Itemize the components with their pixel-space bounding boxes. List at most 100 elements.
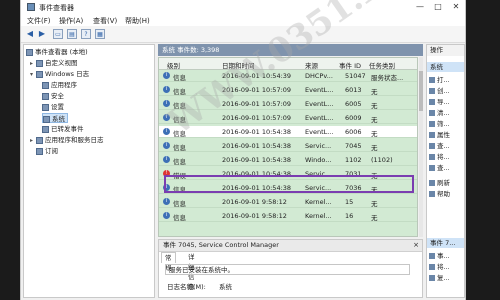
tree-item-forwarded-events[interactable]: 已转发事件: [42, 124, 84, 134]
col-datetime[interactable]: 日期和时间: [222, 60, 255, 70]
table-row[interactable]: i 信息 2016-09-01 9:58:12 Kernel... 16 无: [159, 210, 417, 222]
actions-section-system[interactable]: 系统: [427, 62, 464, 72]
col-task-category[interactable]: 任务类别: [369, 60, 395, 70]
menu-file[interactable]: 文件(F): [27, 16, 51, 26]
scrollbar-thumb[interactable]: [419, 71, 423, 111]
subscription-icon: [36, 147, 43, 155]
table-row[interactable]: i 信息 2016-09-01 10:57:09 EventL... 6009 无: [159, 112, 417, 124]
tree-item-subscriptions[interactable]: 订阅: [30, 146, 58, 156]
cell-task-category: 无: [371, 88, 378, 96]
cell-event-id: 16: [345, 212, 354, 220]
tree-item-application[interactable]: 应用程序: [42, 80, 77, 90]
help-icon[interactable]: ?: [81, 29, 91, 39]
info-icon: i: [163, 198, 170, 205]
table-row[interactable]: i 信息 2016-09-01 10:54:39 DHCPv... 51047 服务状态.…: [159, 70, 417, 82]
action-label: 帮助: [437, 190, 450, 198]
minimize-button[interactable]: —: [413, 1, 427, 12]
action-icon: [429, 264, 435, 270]
folder-icon[interactable]: ▭: [53, 29, 63, 39]
action-item[interactable]: 查...: [429, 141, 450, 151]
tree-item-system[interactable]: 系统: [42, 113, 68, 123]
action-item[interactable]: 属性: [429, 130, 450, 140]
action-item[interactable]: 刷新: [429, 178, 450, 188]
cell-datetime: 2016-09-01 10:57:09: [222, 114, 292, 122]
action-icon: [429, 154, 435, 160]
action-item[interactable]: 导...: [429, 97, 450, 107]
cell-level: 信息: [173, 144, 186, 152]
event-viewer-icon: [26, 48, 33, 56]
cell-source: DHCPv...: [305, 72, 333, 80]
action-item[interactable]: 创...: [429, 86, 450, 96]
table-scrollbar[interactable]: [419, 57, 423, 237]
back-arrow-icon[interactable]: ◀: [25, 29, 35, 39]
action-icon: [429, 180, 435, 186]
action-icon: [429, 275, 435, 281]
action-icon: [429, 88, 435, 94]
cell-event-id: 6009: [345, 114, 362, 122]
table-row[interactable]: i 信息 2016-09-01 10:54:38 Servic... 7045 无: [159, 140, 417, 152]
action-item[interactable]: 打...: [429, 75, 450, 85]
center-pane: 系统 事件数: 3,398 级别 日期和时间 来源 事件 ID 任务类别 i 信息…: [158, 44, 423, 298]
action-label: 查...: [437, 142, 450, 150]
cell-datetime: 2016-09-01 10:57:09: [222, 86, 292, 94]
info-icon: i: [163, 86, 170, 93]
action-item[interactable]: 帮助: [429, 189, 450, 199]
col-source[interactable]: 来源: [305, 60, 318, 70]
tab-general[interactable]: 常规: [161, 252, 176, 272]
table-row[interactable]: i 信息 2016-09-01 10:54:38 EventL... 6006 无: [159, 126, 417, 138]
log-icon: [43, 115, 50, 123]
maximize-button[interactable]: □: [431, 1, 445, 12]
action-icon: [429, 121, 435, 127]
cell-level: 信息: [173, 200, 186, 208]
close-button[interactable]: ✕: [449, 1, 463, 12]
table-row[interactable]: i 信息 2016-09-01 9:58:12 Kernel... 15 无: [159, 196, 417, 208]
cell-source: EventL...: [305, 114, 334, 122]
action-item[interactable]: 事...: [429, 251, 450, 261]
action-item[interactable]: 清...: [429, 108, 450, 118]
action-label: 导...: [437, 98, 450, 106]
info-icon: i: [163, 212, 170, 219]
col-level[interactable]: 级别: [167, 60, 180, 70]
cell-source: EventL...: [305, 100, 334, 108]
cell-task-category: 无: [371, 144, 378, 152]
log-name-value: 系统: [219, 283, 232, 291]
menu-help[interactable]: 帮助(H): [125, 16, 150, 26]
cell-event-id: 6005: [345, 100, 362, 108]
tree-item-custom-views[interactable]: ▸ 自定义视图: [30, 58, 78, 68]
action-item[interactable]: 将...: [429, 262, 450, 272]
table-header: 级别 日期和时间 来源 事件 ID 任务类别: [159, 58, 417, 70]
actions-section-event[interactable]: 事件 7...: [427, 238, 464, 248]
tree-item-root[interactable]: 事件查看器 (本地): [26, 47, 88, 57]
tab-details[interactable]: 详细信息: [185, 252, 198, 291]
action-item[interactable]: 复...: [429, 273, 450, 283]
col-event-id[interactable]: 事件 ID: [339, 60, 361, 70]
cell-event-id: 6013: [345, 86, 362, 94]
log-icon: [42, 125, 49, 133]
table-row[interactable]: i 信息 2016-09-01 10:57:09 EventL... 6005 无: [159, 98, 417, 110]
menu-view[interactable]: 查看(V): [93, 16, 117, 26]
log-icon: [42, 81, 49, 89]
cell-level: 信息: [173, 214, 186, 222]
tree-item-security[interactable]: 安全: [42, 91, 64, 101]
tree-item-setup[interactable]: 设置: [42, 102, 64, 112]
cell-task-category: 无: [371, 214, 378, 222]
detail-close-button[interactable]: ×: [413, 240, 419, 251]
action-item[interactable]: 筛...: [429, 119, 450, 129]
tree-item-app-service-logs[interactable]: ▸ 应用程序和服务日志: [30, 135, 104, 145]
tree-item-windows-logs[interactable]: ▾ Windows 日志: [30, 69, 89, 79]
table-row[interactable]: i 信息 2016-09-01 10:57:09 EventL... 6013 无: [159, 84, 417, 96]
action-item[interactable]: 将...: [429, 152, 450, 162]
menu-action[interactable]: 操作(A): [59, 16, 83, 26]
action-label: 刷新: [437, 179, 450, 187]
cell-level: 信息: [173, 158, 186, 166]
cell-level: 信息: [173, 88, 186, 96]
table-row[interactable]: i 信息 2016-09-01 10:54:38 Windo... 1102 (1102): [159, 154, 417, 166]
properties-icon[interactable]: ▦: [95, 29, 105, 39]
action-icon: [429, 132, 435, 138]
forward-arrow-icon[interactable]: ▶: [37, 29, 47, 39]
event-table: 级别 日期和时间 来源 事件 ID 任务类别 i 信息 2016-09-01 10:…: [158, 57, 418, 237]
highlight-box: [164, 175, 414, 193]
console-tree-icon[interactable]: ▤: [67, 29, 77, 39]
action-item[interactable]: 查...: [429, 163, 450, 173]
cell-level: 信息: [173, 74, 186, 82]
